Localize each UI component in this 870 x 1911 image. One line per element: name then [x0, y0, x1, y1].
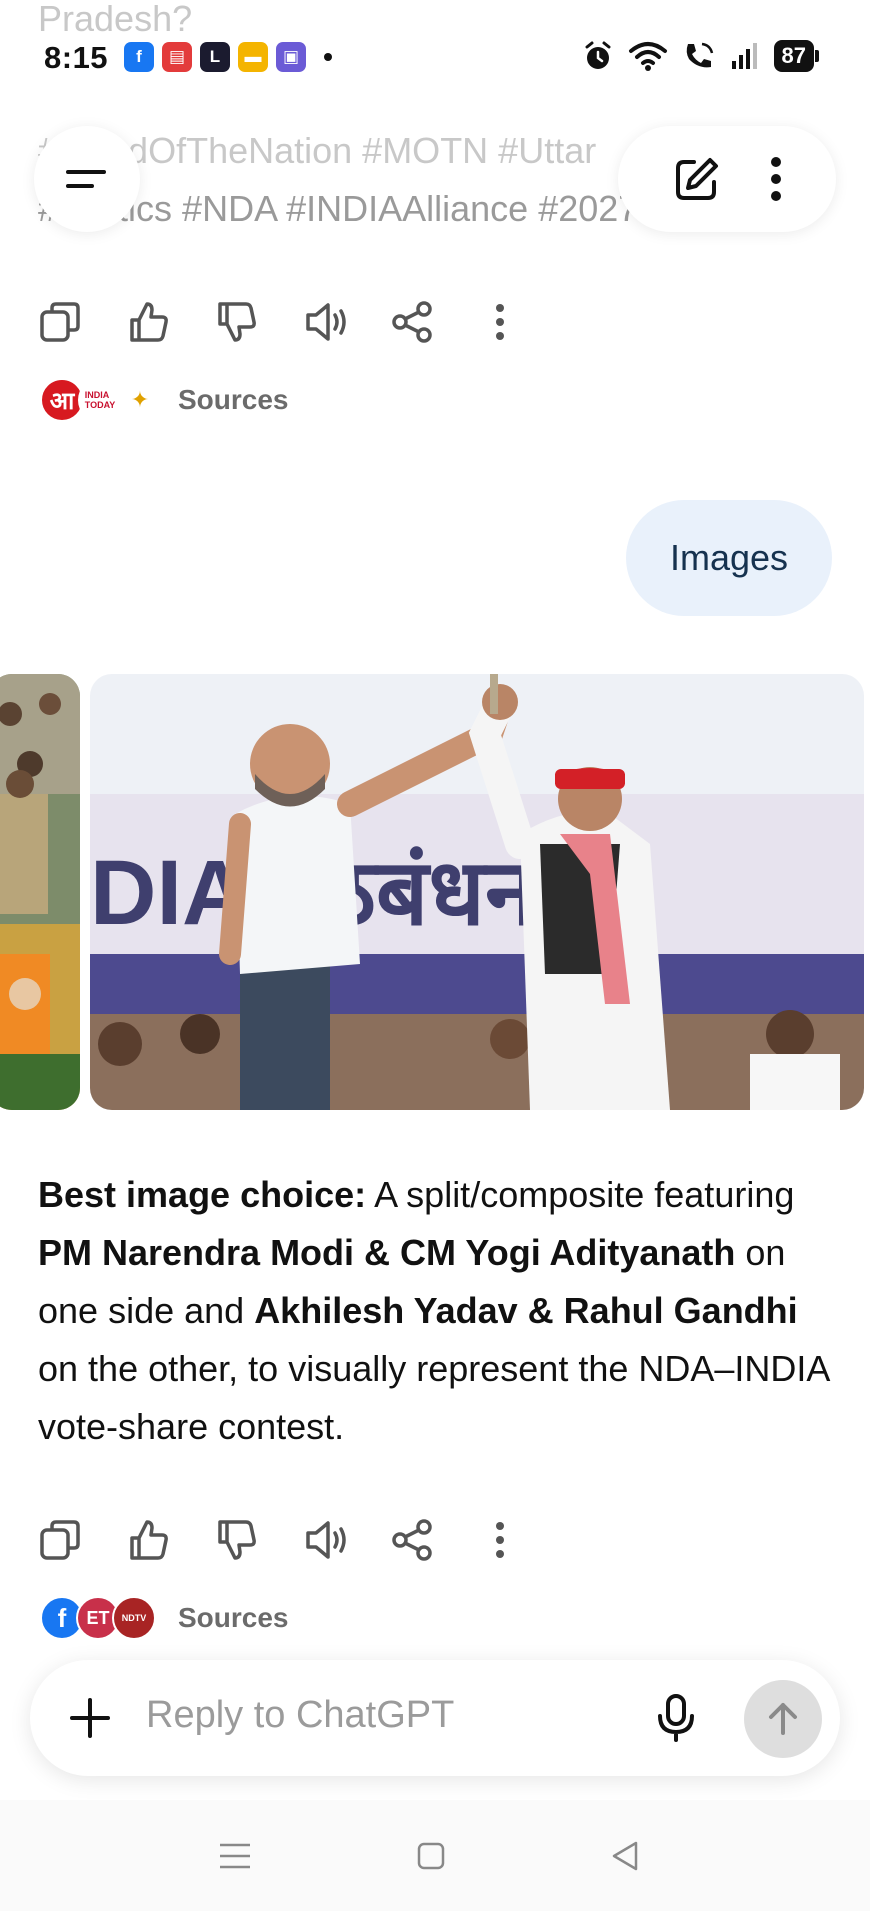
sources-button-top[interactable]: आ INDIA TODAY ✦ Sources — [40, 378, 289, 422]
microphone-icon — [658, 1694, 694, 1742]
read-aloud-button[interactable] — [302, 292, 390, 352]
source-logos: f ET NDTV — [40, 1596, 178, 1640]
system-navigation-bar — [0, 1800, 870, 1911]
menu-button[interactable] — [34, 126, 140, 232]
share-button[interactable] — [390, 292, 478, 352]
share-button[interactable] — [390, 1510, 478, 1570]
speaker-icon — [306, 303, 346, 341]
answer-text-3: on the other, to visually represent the … — [38, 1348, 829, 1447]
crowd-image — [0, 674, 80, 1110]
dislike-button[interactable] — [214, 292, 302, 352]
thumbs-up-icon — [130, 302, 168, 342]
facebook-app-icon: f — [124, 42, 154, 72]
user-message-bubble: Images — [626, 500, 832, 616]
rally-image: DIA गठबंधन के — [90, 674, 864, 1110]
read-aloud-button[interactable] — [302, 1510, 390, 1570]
header-actions — [618, 126, 836, 232]
copy-button[interactable] — [38, 1510, 126, 1570]
arrow-up-icon — [769, 1703, 797, 1735]
answer-bold-1: Best image choice: — [38, 1174, 367, 1215]
source-logos: आ INDIA TODAY ✦ — [40, 378, 178, 422]
more-actions-button[interactable] — [478, 292, 566, 352]
status-right-icons: 87 — [582, 40, 820, 72]
message-composer: Reply to ChatGPT — [30, 1660, 840, 1776]
more-notifications-dot-icon — [324, 53, 332, 61]
back-button[interactable] — [600, 1834, 650, 1878]
answer-bold-3: Akhilesh Yadav & Rahul Gandhi — [254, 1290, 798, 1331]
thumbs-up-icon — [130, 1520, 168, 1560]
plus-icon — [70, 1698, 110, 1738]
like-button[interactable] — [126, 292, 214, 352]
recent-apps-icon — [220, 1843, 250, 1869]
voice-input-button[interactable] — [648, 1690, 704, 1746]
assistant-response: Best image choice: A split/composite fea… — [38, 1166, 838, 1456]
wifi-calling-icon — [686, 42, 713, 68]
dislike-button[interactable] — [214, 1510, 302, 1570]
battery-icon: 87 — [773, 40, 820, 72]
copy-icon — [40, 1520, 80, 1560]
image-thumbnail-crowd[interactable] — [0, 674, 80, 1110]
thumbs-down-icon — [218, 1520, 256, 1560]
wifi-icon — [628, 42, 667, 71]
copy-icon — [40, 302, 80, 342]
message-actions-bottom — [38, 1510, 566, 1570]
more-vertical-icon — [496, 304, 504, 340]
recent-apps-button[interactable] — [210, 1834, 260, 1878]
ndtv-source-logo: NDTV — [112, 1596, 156, 1640]
more-vertical-icon — [496, 1522, 504, 1558]
news-app-icon: ▤ — [162, 42, 192, 72]
answer-text-1: A split/composite featuring — [366, 1174, 795, 1215]
sources-label: Sources — [178, 1602, 289, 1633]
send-button[interactable] — [744, 1680, 822, 1758]
reply-input[interactable]: Reply to ChatGPT — [146, 1694, 454, 1737]
share-icon — [392, 301, 432, 343]
more-actions-button[interactable] — [478, 1510, 566, 1570]
notes-app-icon: ▬ — [238, 42, 268, 72]
speaker-icon — [306, 1521, 346, 1559]
india-today-logo: INDIA TODAY — [78, 378, 122, 422]
national-poster-logo: ✦ — [118, 378, 162, 422]
message-actions-top — [38, 292, 566, 352]
sources-button-bottom[interactable]: f ET NDTV Sources — [40, 1596, 289, 1640]
image-rahul-akhilesh-rally[interactable]: DIA गठबंधन के — [90, 674, 864, 1110]
news-l-app-icon: L — [200, 42, 230, 72]
back-icon — [612, 1841, 638, 1871]
status-time: 8:15 — [44, 40, 109, 75]
notification-icons: f ▤ L ▬ ▣ — [124, 42, 332, 72]
add-attachment-button[interactable] — [62, 1690, 118, 1746]
signal-icon — [731, 43, 757, 69]
sources-label: Sources — [178, 384, 289, 415]
like-button[interactable] — [126, 1510, 214, 1570]
share-icon — [392, 1519, 432, 1561]
answer-bold-2: PM Narendra Modi & CM Yogi Adityanath — [38, 1232, 736, 1273]
gallery-app-icon: ▣ — [276, 42, 306, 72]
home-button[interactable] — [406, 1834, 456, 1878]
copy-button[interactable] — [38, 292, 126, 352]
more-options-icon[interactable] — [769, 154, 783, 204]
menu-icon — [66, 170, 106, 188]
alarm-icon — [585, 41, 611, 69]
new-chat-icon[interactable] — [672, 154, 722, 204]
status-bar: 8:15 f ▤ L ▬ ▣ 87 — [0, 0, 870, 110]
home-icon — [417, 1842, 445, 1870]
thumbs-down-icon — [218, 302, 256, 342]
